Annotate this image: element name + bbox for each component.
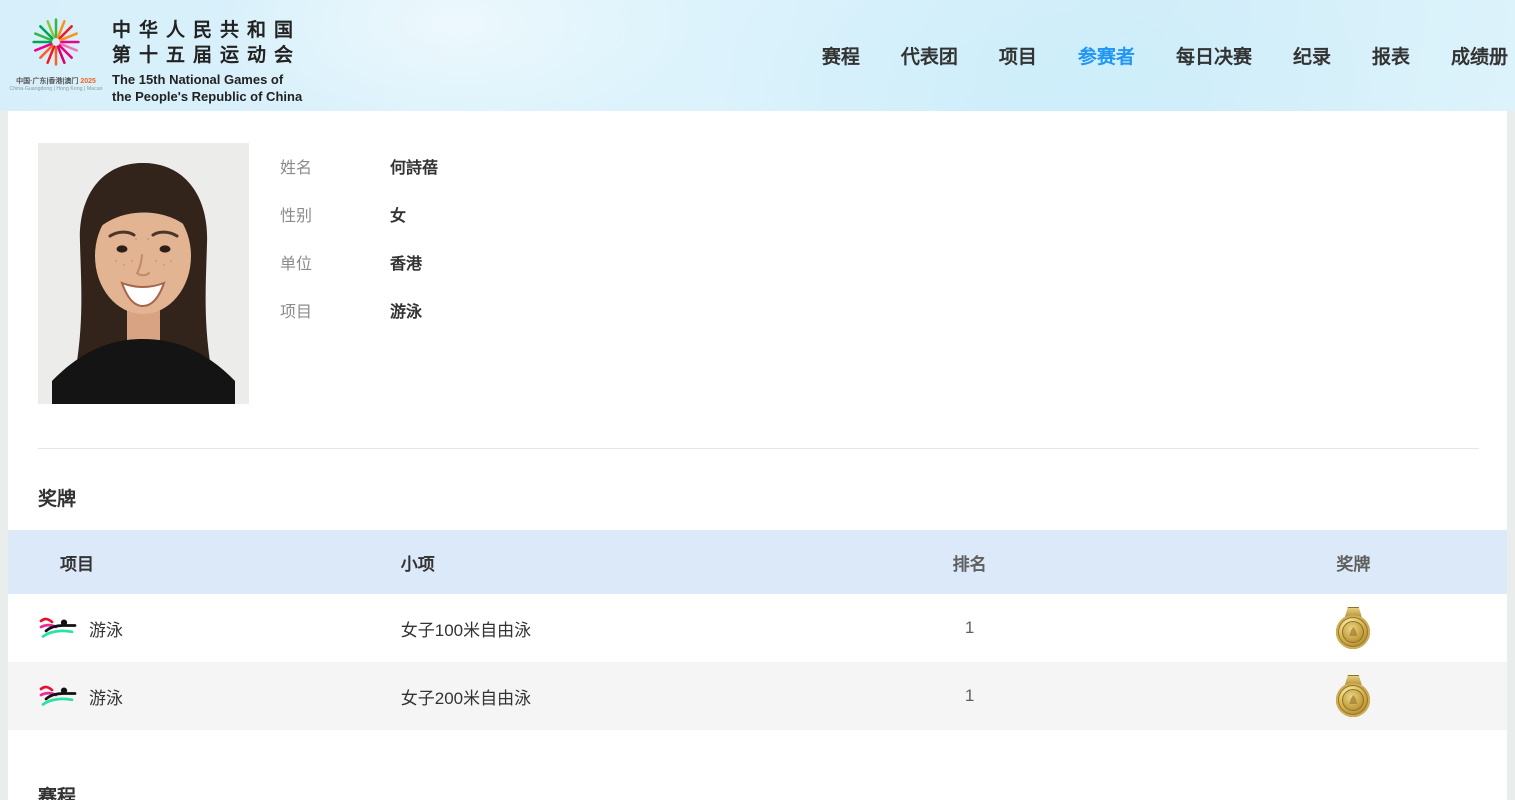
nav-item-schedule[interactable]: 赛程 [822, 42, 860, 69]
logo-title-cn-1: 中华人民共和国 [112, 20, 302, 41]
athlete-profile: 姓名 何詩蓓 性别 女 单位 香港 项目 游泳 [8, 111, 1507, 404]
field-value: 游泳 [390, 304, 423, 321]
nav-item-reports[interactable]: 报表 [1372, 42, 1410, 69]
logo-location-en: China·Guangdong | Hong Kong | Macao [9, 86, 103, 92]
site-logo[interactable]: 中国·广东|香港|澳门 2025 China·Guangdong | Hong … [0, 6, 302, 105]
nav-item-sports[interactable]: 项目 [999, 42, 1037, 69]
gold-medal-icon [1336, 607, 1371, 649]
nav-item-results-book[interactable]: 成绩册 [1451, 42, 1508, 69]
main-nav: 赛程 代表团 项目 参赛者 每日决赛 纪录 报表 成绩册 [822, 42, 1515, 69]
table-row[interactable]: 游泳 女子100米自由泳 1 [8, 594, 1507, 662]
field-value: 香港 [390, 256, 423, 273]
nav-item-records[interactable]: 纪录 [1293, 42, 1331, 69]
athlete-info: 姓名 何詩蓓 性别 女 单位 香港 项目 游泳 [280, 143, 438, 404]
swimming-icon [38, 683, 78, 709]
field-value: 何詩蓓 [390, 160, 439, 177]
schedule-heading: 赛程 [38, 787, 77, 800]
info-row-name: 姓名 何詩蓓 [280, 154, 439, 177]
athlete-photo [38, 143, 249, 404]
medals-table: 项目 小项 排名 奖牌 游泳 女子100米自由泳 1 游泳 女子200米自由泳 … [8, 530, 1507, 730]
medals-heading: 奖牌 [38, 489, 77, 510]
site-header: 中国·广东|香港|澳门 2025 China·Guangdong | Hong … [0, 0, 1515, 111]
logo-title-en-2: the People's Republic of China [112, 89, 303, 104]
cell-sport: 游泳 [89, 620, 123, 640]
col-header-medal: 奖牌 [1336, 554, 1371, 574]
nav-item-delegations[interactable]: 代表团 [901, 42, 958, 69]
info-row-gender: 性别 女 [280, 202, 438, 225]
cell-rank: 1 [964, 686, 975, 705]
logo-location-cn: 中国·广东|香港|澳门 2025 [16, 78, 96, 85]
cell-rank: 1 [964, 618, 975, 637]
nav-item-participants[interactable]: 参赛者 [1078, 42, 1135, 69]
field-label: 单位 [280, 256, 313, 273]
field-label: 姓名 [280, 160, 313, 177]
col-header-sport: 项目 [60, 554, 94, 574]
table-row[interactable]: 游泳 女子200米自由泳 1 [8, 662, 1507, 730]
field-label: 性别 [280, 208, 313, 225]
medals-table-header: 项目 小项 排名 奖牌 [8, 530, 1507, 594]
cell-event: 女子200米自由泳 [400, 688, 532, 708]
info-row-sport: 项目 游泳 [280, 298, 438, 321]
info-row-unit: 单位 香港 [280, 250, 438, 273]
col-header-event: 小项 [400, 554, 435, 574]
logo-title-cn-2: 第十五届运动会 [112, 45, 302, 66]
section-divider [38, 448, 1479, 449]
nav-item-daily-finals[interactable]: 每日决赛 [1176, 42, 1252, 69]
page-content: 姓名 何詩蓓 性别 女 单位 香港 项目 游泳 奖牌 项目 小项 排名 奖牌 游… [8, 111, 1507, 800]
cell-sport: 游泳 [89, 688, 123, 708]
field-label: 项目 [280, 304, 313, 321]
cell-event: 女子100米自由泳 [400, 620, 532, 640]
gold-medal-icon [1336, 675, 1371, 717]
games-emblem-icon [28, 14, 84, 75]
swimming-icon [38, 615, 78, 641]
col-header-rank: 排名 [952, 554, 987, 574]
field-value: 女 [390, 208, 407, 225]
logo-title-en-1: The 15th National Games of [112, 72, 284, 87]
